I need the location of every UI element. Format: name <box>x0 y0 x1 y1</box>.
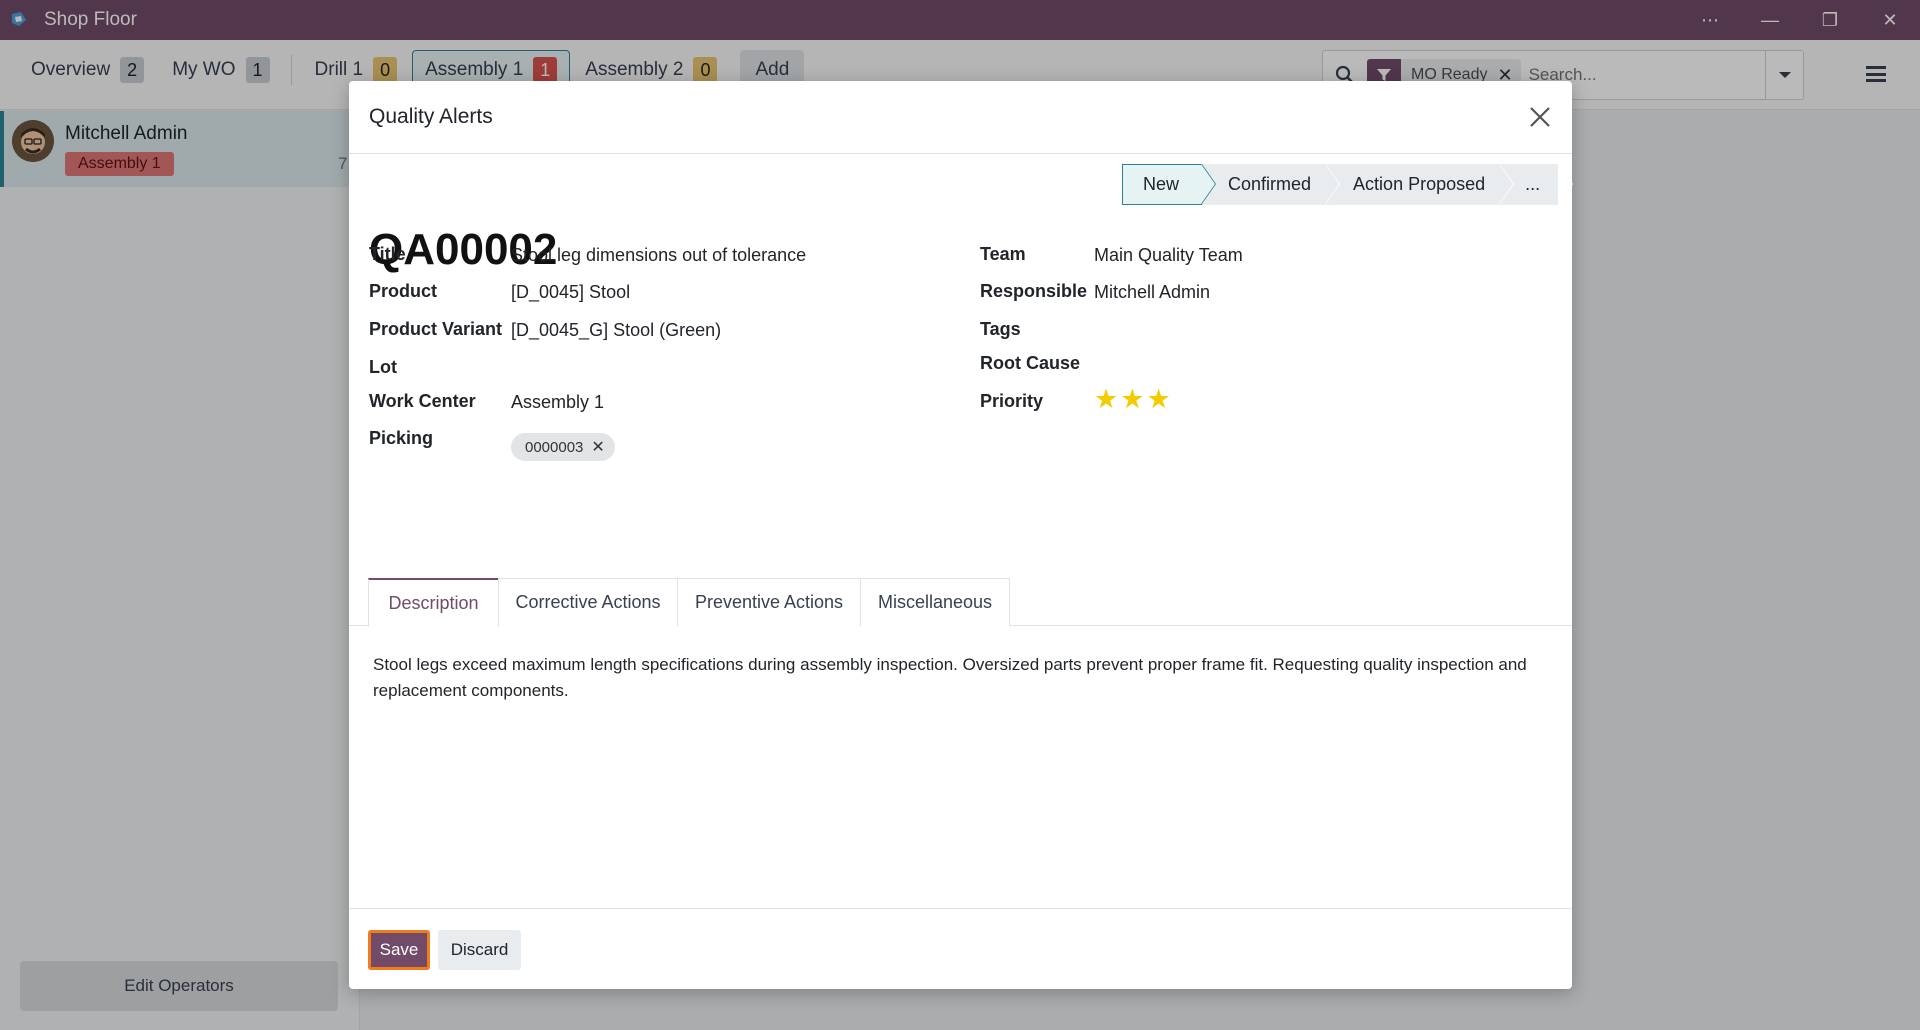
product-field[interactable]: [D_0045] Stool <box>511 282 630 303</box>
product-label: Product <box>369 281 438 301</box>
close-icon[interactable] <box>1522 99 1558 135</box>
stage-label: ... <box>1525 174 1541 194</box>
remove-tag-icon[interactable]: ✕ <box>591 437 604 457</box>
work-center-field[interactable]: Assembly 1 <box>511 392 604 413</box>
stage-action-proposed[interactable]: Action Proposed <box>1325 163 1515 205</box>
dialog-header: Quality Alerts <box>349 81 1572 154</box>
notebook-tabs: Description Corrective Actions Preventiv… <box>349 578 1572 627</box>
save-button[interactable]: Save <box>368 930 430 970</box>
quality-alert-dialog: Quality Alerts New Confirmed Action Prop… <box>349 81 1574 989</box>
lot-label: Lot <box>369 357 397 377</box>
stage-statusbar: New Confirmed Action Proposed ... <box>1122 163 1574 205</box>
dialog-footer: Save Discard <box>349 908 1572 989</box>
discard-button[interactable]: Discard <box>438 930 521 970</box>
lot-tag[interactable]: 0000003 ✕ <box>511 433 615 461</box>
stage-label: New <box>1143 174 1180 194</box>
lot-tag-label: 0000003 <box>525 438 584 456</box>
tab-preventive-actions[interactable]: Preventive Actions <box>677 578 861 626</box>
title-label: Title <box>369 244 406 264</box>
priority-stars: ★ ★ ★ <box>1094 386 1173 413</box>
picking-label: Picking <box>369 428 434 448</box>
dialog-title: Quality Alerts <box>369 105 493 128</box>
stage-confirmed[interactable]: Confirmed <box>1202 163 1341 205</box>
stage-label: Confirmed <box>1228 174 1312 194</box>
star-icon[interactable]: ★ <box>1120 386 1144 413</box>
star-icon[interactable]: ★ <box>1146 386 1170 413</box>
tab-miscellaneous[interactable]: Miscellaneous <box>860 578 1010 626</box>
priority-label: Priority <box>980 391 1044 411</box>
description-editor[interactable]: Stool legs exceed maximum length specifi… <box>373 652 1553 704</box>
star-icon[interactable]: ★ <box>1094 386 1118 413</box>
stage-new[interactable]: New <box>1122 164 1217 205</box>
team-field[interactable]: Main Quality Team <box>1094 245 1243 266</box>
responsible-label: Responsible <box>980 281 1088 301</box>
work-center-label: Work Center <box>369 391 476 411</box>
tab-corrective-actions[interactable]: Corrective Actions <box>498 578 678 626</box>
tab-description[interactable]: Description <box>368 578 499 627</box>
title-field[interactable]: Stool leg dimensions out of tolerance <box>511 245 806 266</box>
team-label: Team <box>980 244 1026 264</box>
root-cause-label: Root Cause <box>980 353 1081 373</box>
responsible-field[interactable]: Mitchell Admin <box>1094 282 1210 303</box>
product-variant-field[interactable]: [D_0045_G] Stool (Green) <box>511 320 721 341</box>
stage-label: Action Proposed <box>1353 174 1486 194</box>
tags-label: Tags <box>980 319 1021 339</box>
product-variant-label: Product Variant <box>369 319 503 339</box>
